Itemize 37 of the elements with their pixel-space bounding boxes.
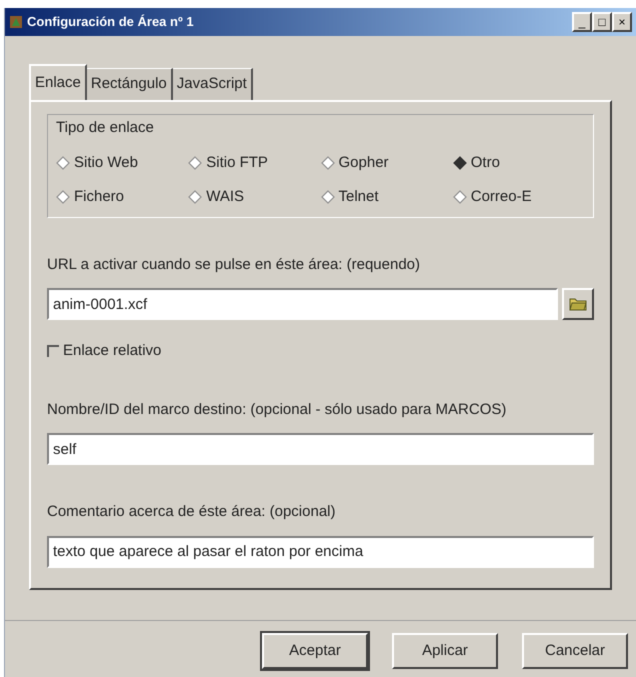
radio-label: Sitio Web (74, 152, 138, 172)
browse-button[interactable] (562, 288, 594, 320)
dialog-button[interactable]: Aceptar (262, 633, 368, 669)
group-title: Tipo de enlace (56, 118, 155, 138)
field-label: Nombre/ID del marco destino: (opcional - sólo usado para MARCOS) (47, 400, 508, 420)
checkbox-label: Enlace relativo (63, 341, 162, 361)
window-title: Configuración de Área nº 1 (27, 13, 194, 32)
tab[interactable]: Rectángulo (86, 68, 173, 100)
tab[interactable]: JavaScript (172, 68, 253, 100)
field-label: Comentario acerca de éste área: (opcional) (47, 502, 336, 522)
radio-button[interactable] (452, 190, 467, 204)
window-control-button[interactable]: _ (572, 12, 592, 32)
window-control-button[interactable]: × (612, 12, 632, 32)
radio-button[interactable] (320, 190, 334, 204)
radio-label: Telnet (338, 187, 379, 207)
dialog-button[interactable]: Aplicar (392, 633, 498, 669)
target-input[interactable]: self (47, 433, 594, 465)
radio-button[interactable] (452, 156, 467, 170)
radio-button[interactable] (56, 156, 70, 170)
radio-button[interactable] (188, 190, 202, 204)
radio-button[interactable] (188, 156, 202, 170)
app-icon (9, 15, 23, 29)
radio-label: WAIS (206, 187, 244, 207)
dialog-button[interactable]: Cancelar (522, 633, 628, 669)
window-control-button[interactable]: □ (592, 12, 612, 32)
radio-button[interactable] (56, 190, 70, 204)
folder-icon (569, 297, 587, 311)
radio-label: Otro (470, 152, 500, 172)
radio-button[interactable] (320, 156, 334, 170)
radio-label: Sitio FTP (206, 152, 268, 172)
field-label: URL a activar cuando se pulse en éste área: (requendo) (47, 254, 422, 274)
radio-label: Fichero (74, 187, 124, 207)
tab[interactable]: Enlace (29, 64, 87, 100)
url-input[interactable]: anim-0001.xcf (47, 288, 558, 320)
radio-label: Gopher (338, 152, 389, 172)
comment-input[interactable]: texto que aparece al pasar el raton por encima (47, 536, 594, 568)
radio-label: Correo-E (470, 187, 532, 207)
